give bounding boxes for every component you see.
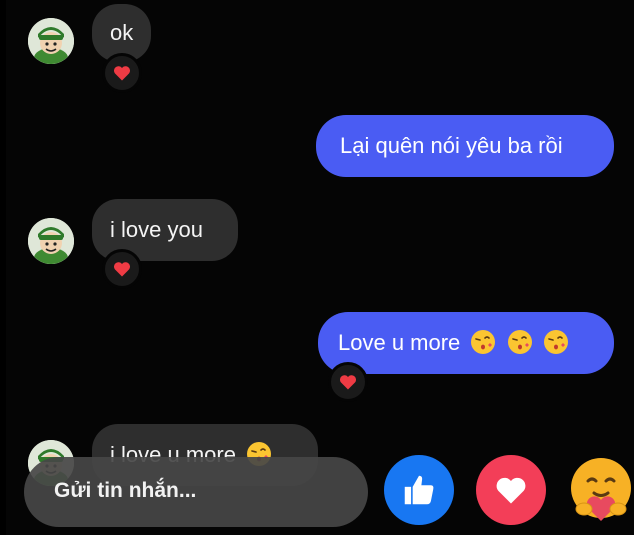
contact-avatar[interactable] — [28, 218, 74, 264]
like-button[interactable] — [384, 455, 454, 525]
avatar-image — [28, 18, 74, 64]
avatar-image — [28, 218, 74, 264]
composer-placeholder: Gửi tin nhắn... — [54, 479, 197, 502]
message-composer[interactable]: Gửi tin nhắn... — [24, 457, 368, 527]
kiss-emoji — [471, 330, 496, 354]
chat-screen: ok Lại quên nói yêu ba rồi i love you Lo… — [6, 0, 634, 535]
message-text: ok — [110, 20, 134, 45]
care-icon — [571, 458, 631, 521]
heart-icon — [113, 66, 131, 81]
care-reaction-button[interactable] — [566, 455, 634, 525]
message-bubble-outgoing[interactable]: Love u more — [318, 312, 614, 374]
message-text: Love u more — [338, 330, 461, 355]
message-bubble-outgoing[interactable]: Lại quên nói yêu ba rồi — [316, 115, 614, 177]
heart-reaction-button[interactable] — [476, 455, 546, 525]
message-reaction[interactable] — [102, 249, 142, 289]
message-reaction[interactable] — [102, 53, 142, 93]
kiss-emoji — [507, 330, 532, 354]
like-icon — [404, 475, 434, 505]
message-reaction[interactable] — [328, 362, 368, 402]
contact-avatar[interactable] — [28, 18, 74, 64]
message-text: Lại quên nói yêu ba rồi — [340, 133, 563, 158]
heart-icon — [339, 375, 357, 390]
message-text: i love you — [110, 217, 203, 242]
heart-icon — [113, 262, 131, 277]
kiss-emoji — [543, 330, 568, 354]
heart-icon — [496, 477, 526, 504]
